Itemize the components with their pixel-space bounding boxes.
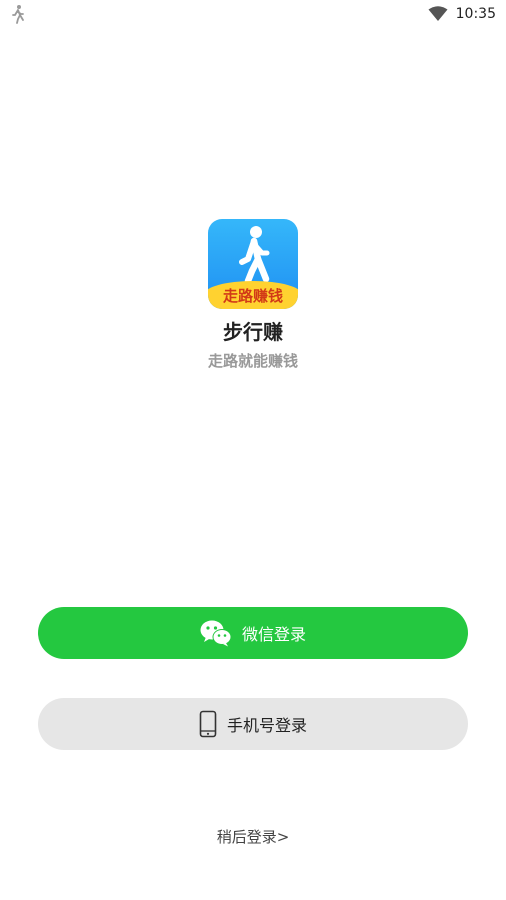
wechat-login-button[interactable]: 微信登录 [38, 607, 468, 659]
wechat-login-label: 微信登录 [241, 625, 306, 644]
status-time: 10:35 [455, 6, 496, 22]
walk-notification-icon [12, 5, 24, 24]
phone-icon [199, 710, 217, 738]
status-right: 10:35 [428, 4, 496, 24]
wifi-icon [428, 6, 448, 21]
phone-login-label: 手机号登录 [226, 716, 307, 735]
app-logo: 走路赚钱 [208, 219, 298, 309]
walking-person-icon [239, 226, 270, 285]
logo-text: 走路赚钱 [222, 287, 283, 305]
wechat-icon [200, 620, 232, 647]
phone-login-button[interactable]: 手机号登录 [38, 698, 468, 750]
app-name: 步行赚 [223, 320, 283, 344]
login-later-link[interactable]: 稍后登录> [0, 826, 506, 847]
app-slogan: 走路就能赚钱 [207, 352, 298, 370]
status-bar: 10:35 [0, 0, 506, 28]
